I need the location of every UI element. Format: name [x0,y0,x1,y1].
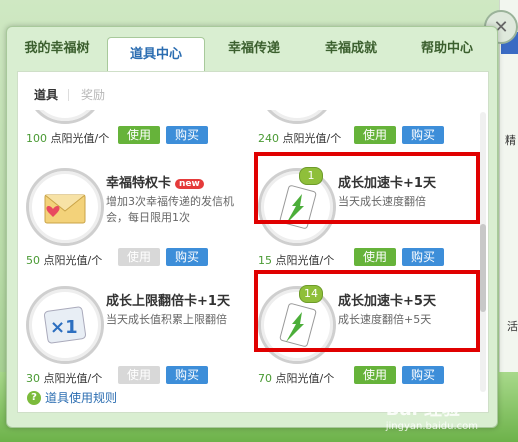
tool-center-dialog: 我的幸福树 道具中心 幸福传递 幸福成就 帮助中心 道具 奖励 100 点阳光值… [6,26,498,428]
tab-help-center[interactable]: 帮助中心 [399,27,495,65]
list-item: 100 点阳光值/个 使用 购买 [22,110,248,152]
x-one-card-icon: ×1 [43,306,87,344]
item-description: 当天成长值积累上限翻倍 [106,313,227,326]
item-icon-ring: ×1 [26,286,104,364]
item-price: 30 点阳光值/个 [26,372,103,385]
tab-happiness-pass[interactable]: 幸福传递 [205,27,303,65]
use-button[interactable]: 使用 [118,366,160,384]
item-name: 幸福特权卡 new [106,172,204,191]
tool-rules-link[interactable]: ? 道具使用规则 [27,389,117,406]
main-tabs: 我的幸福树 道具中心 幸福传递 幸福成就 帮助中心 [7,27,497,72]
use-button[interactable]: 使用 [354,248,396,266]
use-button[interactable]: 使用 [354,126,396,144]
buy-button[interactable]: 购买 [402,248,444,266]
highlight-box [254,270,480,352]
side-label-1: 精 [505,134,516,147]
tab-tool-center[interactable]: 道具中心 [107,37,205,72]
buy-button[interactable]: 购买 [166,248,208,266]
buy-button[interactable]: 购买 [166,366,208,384]
use-button[interactable]: 使用 [118,248,160,266]
side-label-2: 活 [507,320,518,333]
subtab-rewards[interactable]: 奖励 [81,86,105,103]
item-price: 50 点阳光值/个 [26,254,103,267]
item-price: 240 点阳光值/个 [258,132,342,145]
watermark: Bai 经验 jingyan.baidu.com [385,399,478,432]
use-button[interactable]: 使用 [354,366,396,384]
item-description: 增加3次幸福传递的发信机会，每日限用1次 [106,195,234,224]
item-list[interactable]: 100 点阳光值/个 使用 购买 240 点阳光值/个 使用 购买 幸福特权卡 … [18,110,480,394]
list-item: 幸福特权卡 new 增加3次幸福传递的发信机会，每日限用1次 50 点阳光值/个 … [22,162,248,274]
envelope-heart-icon [44,194,86,224]
item-name: 成长上限翻倍卡+1天 [106,294,230,309]
help-icon: ? [27,390,41,405]
list-scrollbar[interactable] [480,112,486,392]
scrollbar-thumb[interactable] [480,224,486,312]
tool-panel: 道具 奖励 100 点阳光值/个 使用 购买 240 点阳光值/个 使用 购买 [17,71,489,413]
item-price: 100 点阳光值/个 [26,132,110,145]
highlight-box [254,152,480,224]
sub-tabs: 道具 奖励 [34,86,105,103]
tab-my-tree[interactable]: 我的幸福树 [7,27,107,65]
subtab-tools[interactable]: 道具 [34,86,58,103]
buy-button[interactable]: 购买 [402,366,444,384]
list-item: 240 点阳光值/个 使用 购买 [254,110,480,152]
buy-button[interactable]: 购买 [166,126,208,144]
buy-button[interactable]: 购买 [402,126,444,144]
svg-text:×1: ×1 [50,317,78,338]
new-badge: new [175,178,204,189]
tab-achievements[interactable]: 幸福成就 [303,27,399,65]
item-icon-ring [26,168,104,246]
help-link-text: 道具使用规则 [45,391,118,405]
item-icon-ring [258,110,336,124]
item-icon-ring [26,110,104,124]
list-item: ×1 成长上限翻倍卡+1天 当天成长值积累上限翻倍 30 点阳光值/个 使用 购… [22,280,248,392]
item-price: 70 点阳光值/个 [258,372,335,385]
subtab-divider [68,88,70,101]
item-price: 15 点阳光值/个 [258,254,335,267]
use-button[interactable]: 使用 [118,126,160,144]
